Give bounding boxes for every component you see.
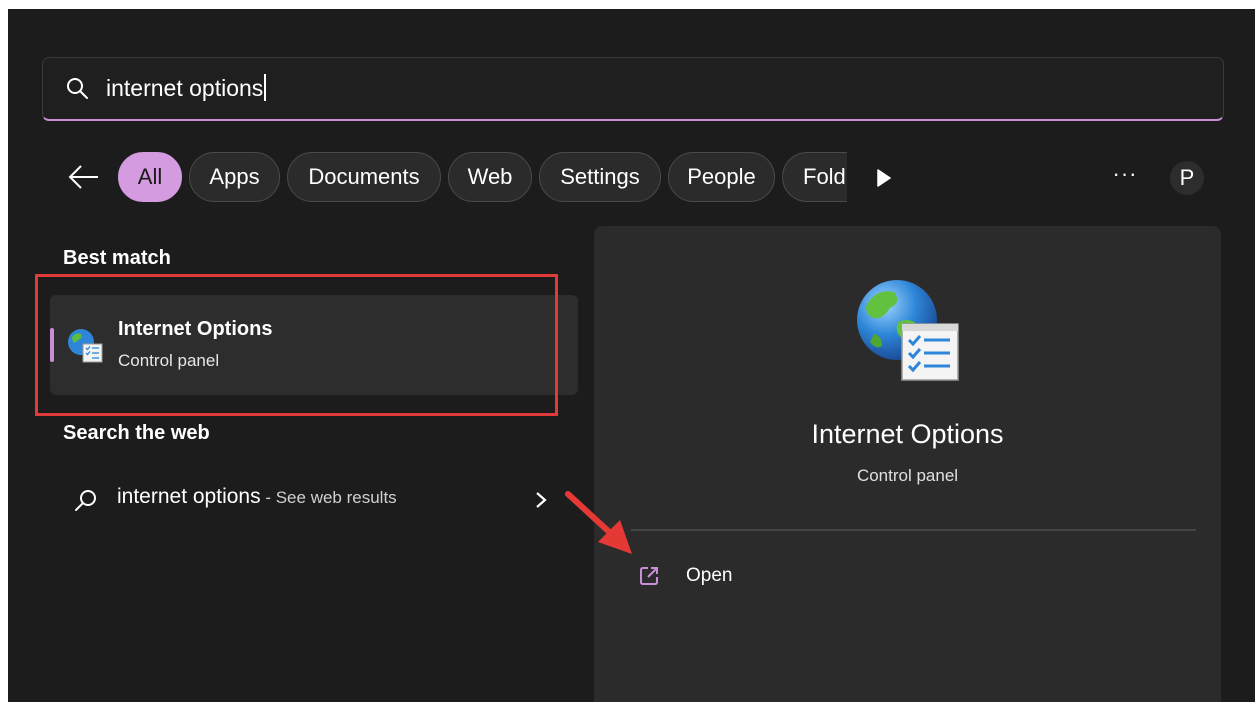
open-external-icon (640, 567, 658, 585)
internet-options-icon (857, 280, 959, 381)
preview-subtitle: Control panel (856, 466, 959, 485)
chevron-right-icon[interactable] (534, 490, 548, 510)
search-box[interactable]: internet options (42, 57, 1224, 121)
preview-title: Internet Options (811, 419, 1004, 449)
divider (631, 529, 1196, 531)
web-result-text: internet options - See web results (117, 485, 397, 509)
internet-options-icon (68, 329, 103, 363)
filter-chip-settings[interactable]: Settings (539, 152, 661, 202)
filter-chip-web[interactable]: Web (448, 152, 532, 202)
search-web-heading: Search the web (63, 422, 210, 444)
filter-chip-all[interactable]: All (118, 152, 182, 202)
search-icon (75, 490, 96, 511)
best-match-result[interactable]: Internet Options Control panel (50, 295, 578, 395)
web-result-hint: - See web results (260, 488, 397, 507)
more-options-button[interactable]: ··· (1112, 163, 1138, 189)
best-match-subtitle: Control panel (118, 351, 220, 370)
filter-chip-documents[interactable]: Documents (287, 152, 441, 202)
search-panel: internet options All Apps Documents Web … (8, 9, 1255, 702)
open-label: Open (686, 565, 733, 586)
open-action[interactable]: Open (631, 556, 1196, 600)
search-input[interactable]: internet options (106, 74, 267, 102)
preview-pane: Internet Options Control panel Open (594, 226, 1221, 702)
best-match-heading: Best match (63, 247, 171, 269)
play-icon[interactable] (876, 169, 892, 187)
search-icon (67, 78, 88, 99)
web-search-result[interactable]: internet options - See web results (50, 471, 560, 527)
text-caret (264, 74, 267, 101)
web-result-query: internet options (117, 485, 261, 508)
filter-chip-apps[interactable]: Apps (189, 152, 280, 202)
filter-chip-people[interactable]: People (668, 152, 775, 202)
back-arrow-icon[interactable] (66, 163, 100, 191)
selection-indicator (50, 328, 54, 362)
filter-chip-folders[interactable]: Fold (782, 152, 847, 202)
avatar[interactable]: P (1170, 161, 1204, 195)
best-match-title: Internet Options (118, 318, 273, 340)
